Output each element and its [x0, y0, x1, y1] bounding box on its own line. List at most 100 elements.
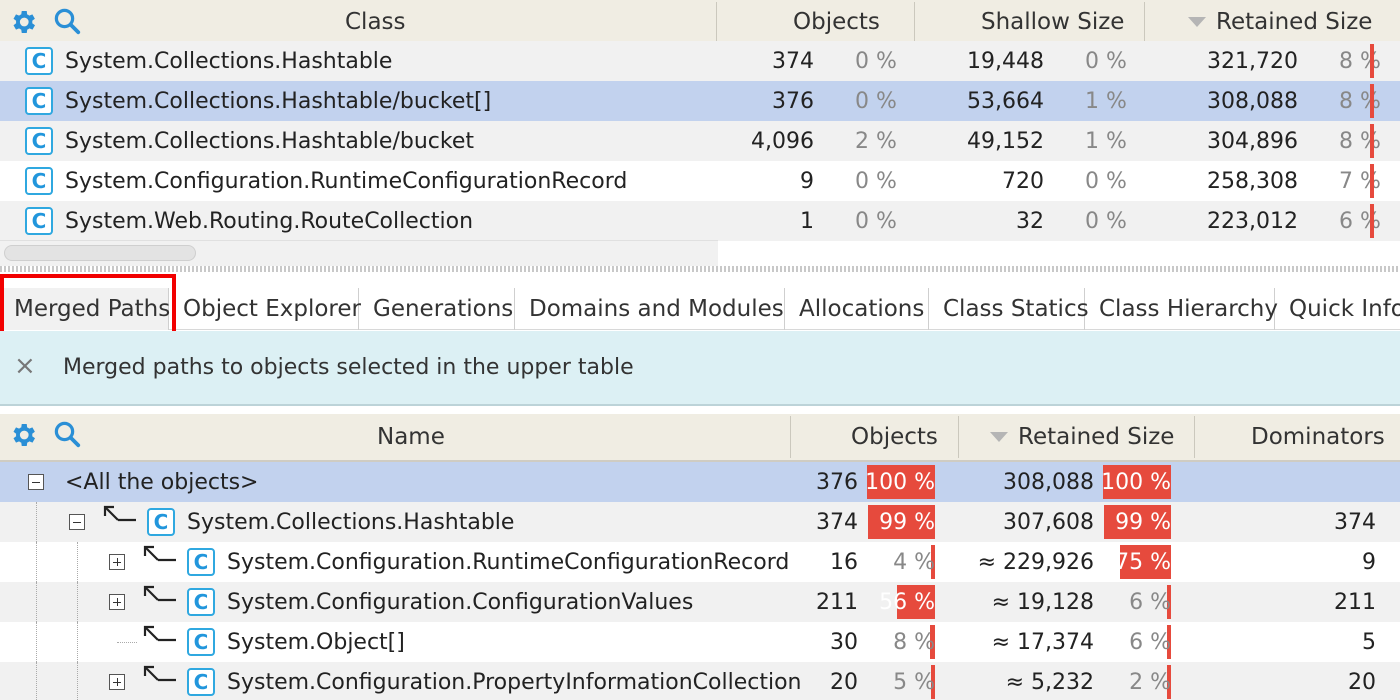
column-header-retained-size[interactable]: Retained Size — [990, 414, 1174, 460]
column-header-shallow-size[interactable]: Shallow Size — [981, 0, 1124, 44]
retained-size-percent: 2 % — [1129, 669, 1171, 695]
column-header-retained-size-label: Retained Size — [1216, 9, 1373, 35]
column-header-objects[interactable]: Objects — [851, 414, 938, 460]
objects-percent: 8 % — [893, 629, 935, 655]
node-name: <All the objects> — [65, 469, 259, 495]
expand-icon[interactable] — [109, 554, 125, 570]
shallow-size-value: 19,448 — [967, 48, 1044, 74]
objects-percent: 2 % — [855, 128, 897, 154]
tree-line — [36, 582, 37, 622]
objects-percent: 100 % — [865, 469, 935, 495]
column-header-class[interactable]: Class — [345, 0, 406, 44]
shallow-size-percent: 0 % — [1085, 168, 1127, 194]
column-header-dominators[interactable]: Dominators — [1251, 414, 1385, 460]
shallow-size-value: 32 — [1016, 208, 1044, 234]
lower-table-header: Name Objects Retained Size Dominators — [0, 414, 1400, 462]
column-header-objects[interactable]: Objects — [793, 0, 880, 44]
tree-line — [77, 622, 78, 662]
tree-row[interactable]: <All the objects> 376 100 % 308,088 100 % — [0, 462, 1400, 502]
horizontal-scrollbar[interactable] — [0, 240, 718, 266]
objects-percent: 0 % — [855, 168, 897, 194]
shallow-size-percent: 0 % — [1085, 48, 1127, 74]
table-row[interactable]: C System.Collections.Hashtable/bucket 4,09… — [0, 121, 1400, 161]
dominators-value: 9 — [1362, 549, 1376, 575]
shallow-size-percent: 0 % — [1085, 208, 1127, 234]
objects-value: 1 — [800, 208, 814, 234]
shallow-size-value: 720 — [1002, 168, 1044, 194]
tree-row[interactable]: C System.Configuration.ConfigurationValue… — [0, 582, 1400, 622]
retained-size-percent: 100 % — [1101, 469, 1171, 495]
tab-class-hierarchy[interactable]: Class Hierarchy — [1085, 288, 1278, 330]
class-icon: C — [25, 47, 53, 75]
retained-size-percent: 6 % — [1129, 589, 1171, 615]
objects-percent: 5 % — [893, 669, 935, 695]
tab-allocations[interactable]: Allocations — [785, 288, 929, 330]
reference-arrow-icon — [143, 665, 176, 682]
retained-size-value: 321,720 — [1207, 48, 1298, 74]
tab-class-statics[interactable]: Class Statics — [929, 288, 1089, 330]
tree-row[interactable]: C System.Object[] 30 8 % ≈ 17,374 6 % 5 — [0, 622, 1400, 662]
retained-size-value: ≈ 229,926 — [977, 549, 1094, 575]
tab-quick-info[interactable]: Quick Info — [1275, 288, 1400, 330]
class-icon: C — [25, 87, 53, 115]
retained-size-bar — [1370, 164, 1374, 198]
info-bar: × Merged paths to objects selected in th… — [0, 331, 1400, 406]
retained-size-value: 258,308 — [1207, 168, 1298, 194]
shallow-size-value: 49,152 — [967, 128, 1044, 154]
retained-size-bar — [1370, 44, 1374, 78]
gear-icon[interactable] — [8, 7, 38, 37]
objects-percent: 0 % — [855, 88, 897, 114]
table-row[interactable]: C System.Web.Routing.RouteCollection 1 0 % 3… — [0, 201, 1400, 241]
tab-domains-and-modules[interactable]: Domains and Modules — [515, 288, 785, 330]
column-header-retained-size[interactable]: Retained Size — [1188, 0, 1372, 44]
retained-size-bar — [1370, 124, 1374, 158]
search-icon[interactable] — [52, 419, 82, 449]
retained-size-percent: 8 % — [1339, 48, 1381, 74]
tree-row[interactable]: C System.Collections.Hashtable 374 99 % 307,… — [0, 502, 1400, 542]
tab-bar: Merged Paths Object Explorer Generations… — [0, 288, 1400, 330]
table-row[interactable]: C System.Collections.Hashtable/bucket[] 37… — [0, 81, 1400, 121]
upper-table-header: Class Objects Shallow Size Retained Size — [0, 0, 1400, 46]
objects-percent: 0 % — [855, 48, 897, 74]
retained-size-percent: 7 % — [1339, 168, 1381, 194]
class-icon: C — [187, 548, 215, 576]
objects-percent: 99 % — [879, 509, 935, 535]
expand-icon[interactable] — [109, 674, 125, 690]
retained-size-percent: 75 % — [1115, 549, 1171, 575]
close-icon[interactable]: × — [14, 351, 36, 381]
class-icon: C — [187, 588, 215, 616]
collapse-icon[interactable] — [28, 474, 44, 490]
node-name: System.Configuration.ConfigurationValues — [227, 589, 694, 615]
expand-icon[interactable] — [109, 594, 125, 610]
tab-generations[interactable]: Generations — [359, 288, 515, 330]
class-name: System.Collections.Hashtable/bucket — [65, 128, 474, 154]
gear-icon[interactable] — [8, 420, 38, 450]
node-name: System.Configuration.PropertyInformation… — [227, 669, 802, 695]
info-text: Merged paths to objects selected in the … — [63, 355, 634, 380]
objects-value: 30 — [830, 629, 858, 655]
retained-size-bar — [1370, 204, 1374, 238]
tree-row[interactable]: C System.Configuration.PropertyInformatio… — [0, 662, 1400, 700]
node-name: System.Configuration.RuntimeConfiguratio… — [227, 549, 790, 575]
collapse-icon[interactable] — [69, 514, 85, 530]
objects-value: 4,096 — [751, 128, 814, 154]
table-row[interactable]: C System.Configuration.RuntimeConfigurati… — [0, 161, 1400, 201]
tree-row[interactable]: C System.Configuration.RuntimeConfigurati… — [0, 542, 1400, 582]
class-name: System.Collections.Hashtable/bucket[] — [65, 88, 492, 114]
tab-object-explorer[interactable]: Object Explorer — [169, 288, 361, 330]
class-name: System.Web.Routing.RouteCollection — [65, 208, 474, 234]
retained-size-value: ≈ 5,232 — [1005, 669, 1094, 695]
retained-size-value: 308,088 — [1207, 88, 1298, 114]
column-header-name[interactable]: Name — [377, 414, 445, 460]
scrollbar-thumb[interactable] — [4, 245, 196, 261]
retained-size-value: ≈ 17,374 — [991, 629, 1094, 655]
splitter-handle[interactable] — [0, 266, 1400, 272]
search-icon[interactable] — [52, 6, 82, 36]
table-row[interactable]: C System.Collections.Hashtable 374 0 % 19,44… — [0, 41, 1400, 81]
dominators-value: 211 — [1334, 589, 1376, 615]
objects-value: 20 — [830, 669, 858, 695]
tree-line — [77, 662, 78, 700]
class-icon: C — [25, 167, 53, 195]
objects-percent: 0 % — [855, 208, 897, 234]
objects-percent: 4 % — [893, 549, 935, 575]
